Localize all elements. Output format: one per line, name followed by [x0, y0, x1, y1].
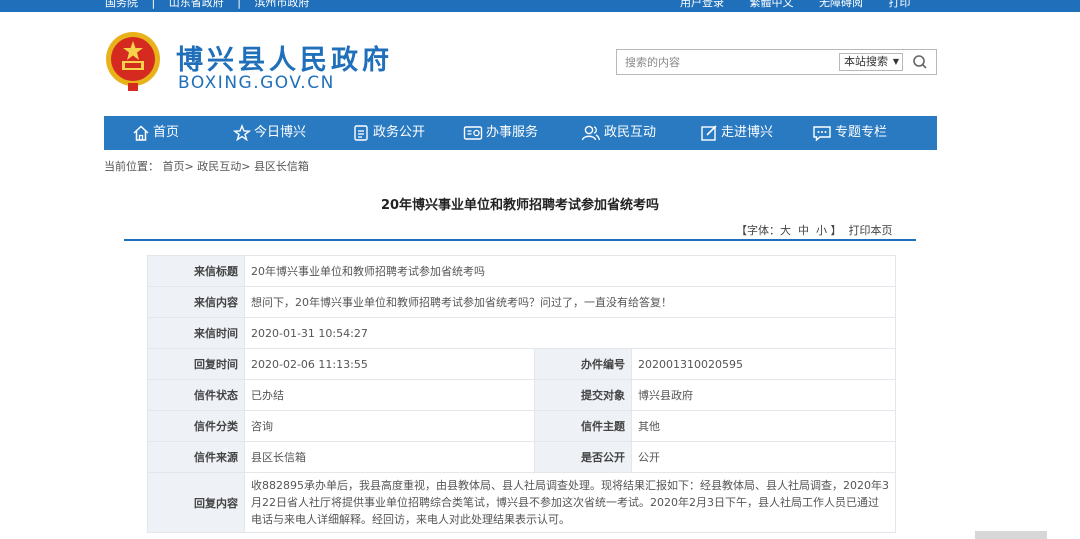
field-label: 来信时间 [147, 317, 245, 349]
table-row: 信件来源 县区长信箱 是否公开 公开 [147, 441, 896, 473]
letter-sent-time: 2020-01-31 10:54:27 [244, 317, 896, 349]
people-icon [581, 125, 601, 141]
field-label: 办件编号 [534, 348, 632, 380]
top-link-provincial-gov[interactable]: 山东省政府 [169, 0, 224, 9]
letter-case-number: 202001310020595 [631, 348, 896, 380]
main-nav: 首页 今日博兴 政务公开 办事服务 政民互动 走进博兴 专题专栏 [104, 116, 937, 150]
nav-item-services[interactable]: 办事服务 [463, 116, 538, 150]
field-label: 回复内容 [147, 472, 245, 533]
table-row: 回复时间 2020-02-06 11:13:55 办件编号 2020013100… [147, 348, 896, 380]
star-icon [233, 124, 251, 142]
article-tools: 【字体：大 中 小 】 打印本页 [736, 222, 893, 238]
nav-item-special-topics[interactable]: 专题专栏 [812, 116, 887, 150]
page-title: 20年博兴事业单位和教师招聘考试参加省统考吗 [380, 198, 660, 213]
top-separator: | [151, 0, 156, 9]
top-links-left: 国务院 | 山东省政府 | 滨州市政府 [105, 0, 319, 8]
document-icon [354, 125, 368, 141]
font-size-large[interactable]: 大 [780, 224, 791, 237]
search-icon [913, 55, 927, 69]
nav-item-label: 专题专栏 [835, 125, 888, 140]
breadcrumb-interaction[interactable]: 政民互动 [197, 160, 241, 173]
field-label: 是否公开 [534, 441, 632, 473]
search-button[interactable] [904, 50, 936, 74]
search-input[interactable] [625, 54, 825, 70]
field-label: 提交对象 [534, 379, 632, 411]
top-bar: 国务院 | 山东省政府 | 滨州市政府 用户登录 繁體中文 无障碍阅 打印 [0, 0, 1080, 12]
search-scope-select[interactable]: 本站搜索 ▼ [839, 53, 903, 71]
field-label: 信件分类 [147, 410, 245, 442]
print-page-link[interactable]: 打印本页 [849, 224, 893, 237]
top-link-state-council[interactable]: 国务院 [105, 0, 138, 9]
table-row: 信件状态 已办结 提交对象 博兴县政府 [147, 379, 896, 411]
field-label: 来信标题 [147, 255, 245, 287]
nav-item-label: 首页 [153, 125, 180, 140]
top-links-right: 用户登录 繁體中文 无障碍阅 打印 [680, 0, 933, 8]
letter-reply-content: 收882895承办单后，我县高度重视，由县教体局、县人社局调查处理。现将结果汇报… [244, 472, 896, 533]
edit-icon [701, 125, 717, 141]
breadcrumb-separator: > [241, 160, 254, 173]
field-label: 信件来源 [147, 441, 245, 473]
breadcrumb: 当前位置： 首页> 政民互动> 县区长信箱 [104, 158, 309, 174]
letter-content: 想问下，20年博兴事业单位和教师招聘考试参加省统考吗？问过了，一直没有给答复！ [244, 286, 896, 318]
field-label: 来信内容 [147, 286, 245, 318]
top-link-accessibility[interactable]: 无障碍阅 [819, 0, 863, 9]
nav-item-label: 政务公开 [373, 125, 426, 140]
letter-source: 县区长信箱 [244, 441, 535, 473]
floating-widget[interactable] [975, 531, 1047, 539]
top-link-print[interactable]: 打印 [889, 0, 911, 9]
table-row: 来信内容 想问下，20年博兴事业单位和教师招聘考试参加省统考吗？问过了，一直没有… [147, 286, 896, 318]
letter-reply-time: 2020-02-06 11:13:55 [244, 348, 535, 380]
top-link-traditional[interactable]: 繁體中文 [750, 0, 794, 9]
field-label: 回复时间 [147, 348, 245, 380]
search-scope-label: 本站搜索 [844, 55, 888, 68]
site-domain: BOXING.GOV.CN [178, 73, 335, 93]
service-icon [463, 126, 483, 140]
nav-item-label: 走进博兴 [721, 125, 774, 140]
chat-icon [813, 126, 831, 142]
table-row: 回复内容 收882895承办单后，我县高度重视，由县教体局、县人社局调查处理。现… [147, 472, 896, 533]
font-size-medium[interactable]: 中 [798, 224, 809, 237]
field-label: 信件状态 [147, 379, 245, 411]
title-divider [124, 239, 916, 241]
letter-subject: 20年博兴事业单位和教师招聘考试参加省统考吗 [244, 255, 896, 287]
nav-item-label: 办事服务 [486, 125, 539, 140]
dropdown-arrow-icon: ▼ [892, 57, 899, 66]
breadcrumb-separator: > [184, 160, 198, 173]
font-size-close: 】 [830, 224, 842, 237]
letter-topic: 其他 [631, 410, 896, 442]
table-row: 来信标题 20年博兴事业单位和教师招聘考试参加省统考吗 [147, 255, 896, 287]
nav-item-today-boxing[interactable]: 今日博兴 [233, 116, 306, 150]
font-size-label: 【字体： [736, 224, 780, 237]
font-size-small[interactable]: 小 [816, 224, 827, 237]
top-link-login[interactable]: 用户登录 [680, 0, 724, 9]
field-label: 信件主题 [534, 410, 632, 442]
breadcrumb-mailbox[interactable]: 县区长信箱 [254, 160, 309, 173]
letter-status: 已办结 [244, 379, 535, 411]
letter-details-table: 来信标题 20年博兴事业单位和教师招聘考试参加省统考吗 来信内容 想问下，20年… [147, 255, 896, 533]
table-row: 信件分类 咨询 信件主题 其他 [147, 410, 896, 442]
nav-item-home[interactable]: 首页 [132, 116, 179, 150]
search-box: 本站搜索 ▼ [616, 49, 937, 75]
top-link-city-gov[interactable]: 滨州市政府 [254, 0, 309, 9]
national-emblem-logo[interactable] [104, 29, 162, 93]
breadcrumb-home[interactable]: 首页 [163, 160, 185, 173]
site-title: 博兴县人民政府 [176, 45, 393, 76]
home-icon [133, 125, 149, 141]
letter-target: 博兴县政府 [631, 379, 896, 411]
breadcrumb-prefix: 当前位置： [104, 160, 159, 173]
nav-item-about-boxing[interactable]: 走进博兴 [700, 116, 773, 150]
table-row: 来信时间 2020-01-31 10:54:27 [147, 317, 896, 349]
top-separator: | [237, 0, 241, 9]
letter-public: 公开 [631, 441, 896, 473]
letter-category: 咨询 [244, 410, 535, 442]
nav-item-interaction[interactable]: 政民互动 [581, 116, 656, 150]
nav-item-label: 今日博兴 [254, 125, 307, 140]
nav-item-gov-affairs[interactable]: 政务公开 [352, 116, 425, 150]
nav-item-label: 政民互动 [604, 125, 657, 140]
